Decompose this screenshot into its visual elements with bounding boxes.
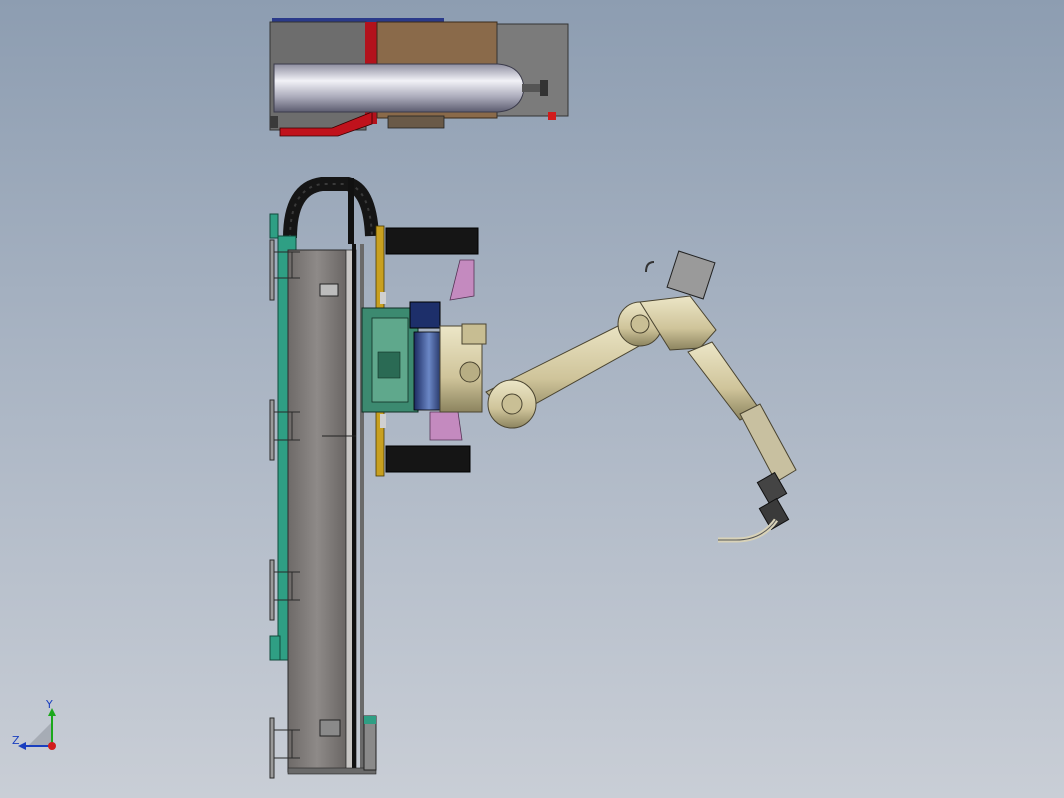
z-axis-label: Z	[12, 734, 20, 747]
gas-cylinder[interactable]	[273, 63, 548, 113]
linear-track-rail[interactable]	[269, 213, 377, 779]
cable-carrier-chain[interactable]	[283, 177, 379, 244]
cad-viewport[interactable]: Y Z	[0, 0, 1064, 798]
welding-torch[interactable]	[718, 497, 790, 543]
y-axis-label: Y	[46, 698, 53, 711]
triad-graphic	[18, 708, 56, 750]
assembly-model[interactable]	[0, 0, 1064, 798]
robot-upper-arm[interactable]	[617, 250, 761, 421]
axis-triad: Y Z	[8, 698, 68, 760]
robot-base[interactable]	[439, 323, 487, 413]
robot-wrist[interactable]	[739, 403, 797, 505]
